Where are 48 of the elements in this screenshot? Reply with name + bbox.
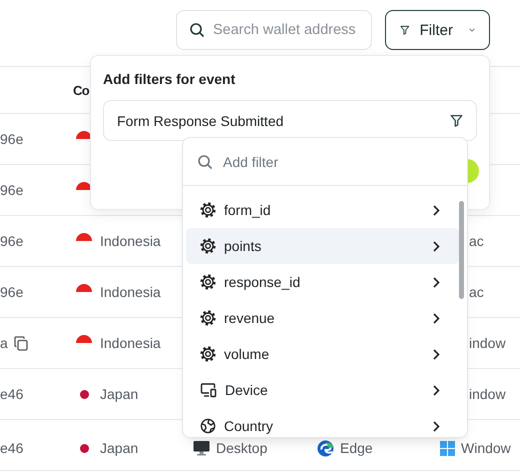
filter-search-field[interactable]: Add filter [183,138,467,185]
wallet-address: e46 [0,440,24,456]
wallet-address: a [0,335,8,351]
gear-icon [200,346,216,362]
devices-icon [200,382,217,398]
chevron-right-icon [433,420,440,432]
chevron-right-icon [433,204,440,216]
chevron-right-icon [433,240,440,252]
filter-option[interactable]: revenue [186,300,460,336]
search-icon [189,22,205,38]
chevron-right-icon [433,384,440,396]
column-header: Co [73,82,90,98]
os-name: ac [469,233,484,249]
wallet-address: 96e [0,233,24,249]
gear-icon [200,310,216,326]
copy-icon[interactable] [14,336,28,350]
wallet-address: 96e [0,131,24,147]
filter-option[interactable]: Device [186,372,460,408]
panel-title: Add filters for event [103,70,236,88]
gear-icon [200,238,216,254]
chevron-right-icon [433,276,440,288]
globe-icon [200,418,216,434]
funnel-icon [450,114,463,127]
filter-option[interactable]: points [186,228,460,264]
scrollbar[interactable] [459,201,464,299]
chevron-right-icon [433,312,440,324]
filter-option[interactable]: form_id [186,192,460,228]
filter-option[interactable]: response_id [186,264,460,300]
filter-option[interactable]: volume [186,336,460,372]
wallet-address: e46 [0,386,24,402]
filter-button[interactable]: Filter [385,10,490,50]
wallet-address: 96e [0,182,24,198]
gear-icon [200,274,216,290]
search-icon [197,154,213,170]
search-field[interactable]: Search wallet address [176,10,372,50]
chevron-down-icon [468,27,475,33]
country-name: Indonesia [100,233,161,249]
chevron-right-icon [433,348,440,360]
country-name: Indonesia [100,284,161,300]
country-name: Indonesia [100,335,161,351]
os-name: Window [461,440,511,456]
country-name: Japan [100,440,138,456]
os-name: indow [469,335,506,351]
wallet-address: 96e [0,284,24,300]
gear-icon [200,202,216,218]
os-name: indow [469,386,506,402]
country-name: Japan [100,386,138,402]
os-name: ac [469,284,484,300]
